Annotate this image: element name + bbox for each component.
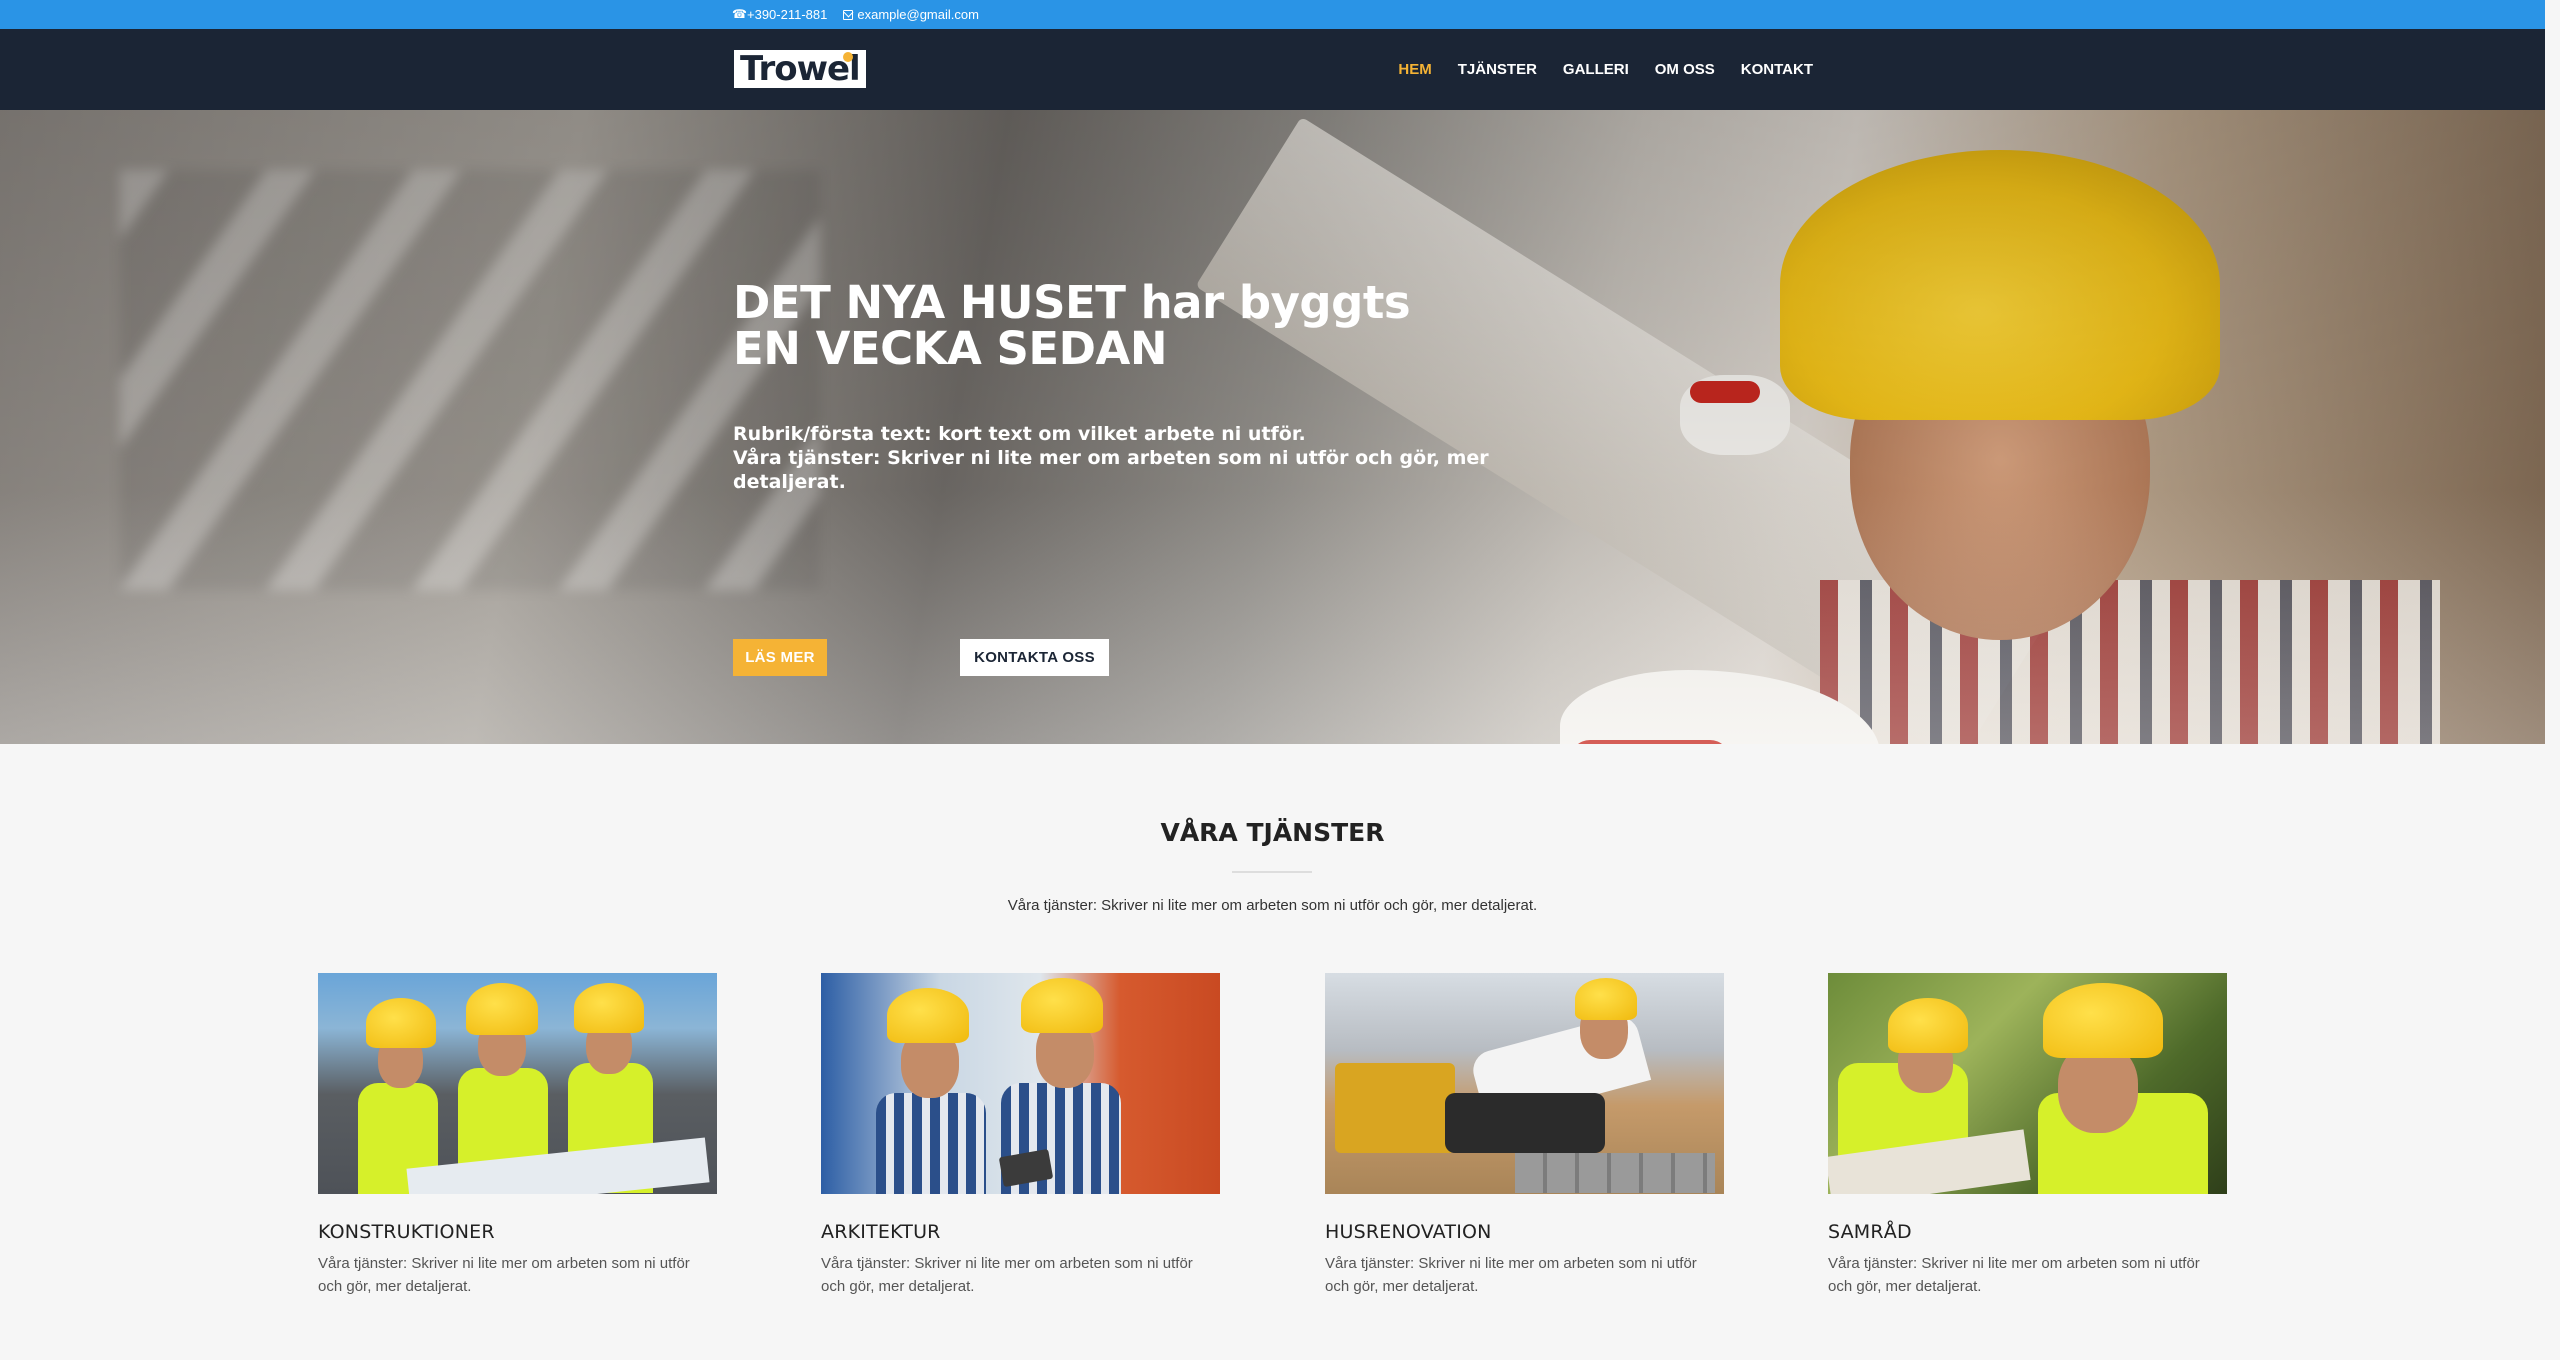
service-card-arkitektur[interactable]: ARKITEKTUR Våra tjänster: Skriver ni lit… — [821, 973, 1220, 1298]
nav-item-tjanster[interactable]: TJÄNSTER — [1458, 61, 1537, 78]
hero-title-line-2: EN VECKA SEDAN — [733, 322, 1168, 375]
trousers-shape — [1445, 1093, 1605, 1153]
main-navigation: Trowel HEM TJÄNSTER GALLERI OM OSS KONTA… — [0, 29, 2545, 110]
nav-item-om-oss[interactable]: OM OSS — [1655, 61, 1715, 78]
hard-hat-shape — [1575, 978, 1637, 1020]
hard-hat-shape — [1888, 998, 1968, 1053]
hard-hat-shape — [2043, 983, 2163, 1058]
services-description: Våra tjänster: Skriver ni lite mer om ar… — [1007, 897, 1538, 914]
hero-content: DET NYA HUSET har byggts EN VECKA SEDAN … — [733, 280, 1533, 676]
service-text: Våra tjänster: Skriver ni lite mer om ar… — [1325, 1255, 1697, 1295]
service-image-samrad — [1828, 973, 2227, 1194]
hard-hat-shape — [366, 998, 436, 1048]
service-card-konstruktioner[interactable]: KONSTRUKTIONER Våra tjänster: Skriver ni… — [318, 973, 717, 1298]
nav-menu: HEM TJÄNSTER GALLERI OM OSS KONTAKT — [1398, 29, 1813, 110]
service-image-arkitektur — [821, 973, 1220, 1194]
phone-contact[interactable]: +390-211-881 — [732, 7, 828, 23]
hero-title-line-1: DET NYA HUSET har byggts — [733, 276, 1411, 329]
logo-text: Trowel — [740, 49, 861, 89]
envelope-icon — [843, 9, 854, 20]
hard-hat-shape — [466, 983, 538, 1035]
email-contact[interactable]: example@gmail.com — [843, 7, 979, 22]
email-address: example@gmail.com — [857, 7, 979, 22]
phone-number: +390-211-881 — [747, 7, 828, 22]
service-card-samrad[interactable]: SAMRÅD Våra tjänster: Skriver ni lite me… — [1828, 973, 2227, 1298]
service-image-husrenovation — [1325, 973, 1724, 1194]
service-text: Våra tjänster: Skriver ni lite mer om ar… — [1828, 1255, 2200, 1295]
phone-icon — [732, 7, 747, 21]
plaid-shirt-shape — [876, 1093, 986, 1194]
hard-hat-shape — [887, 988, 969, 1043]
service-name: HUSRENOVATION — [1325, 1221, 1492, 1243]
nav-item-kontakt[interactable]: KONTAKT — [1741, 61, 1813, 78]
top-info-bar: +390-211-881 example@gmail.com — [0, 0, 2545, 29]
service-name: KONSTRUKTIONER — [318, 1221, 495, 1243]
hard-hat-shape — [574, 983, 644, 1033]
service-name: ARKITEKTUR — [821, 1221, 941, 1243]
nav-item-hem[interactable]: HEM — [1398, 61, 1431, 78]
hard-hat-shape — [1021, 978, 1103, 1033]
read-more-button[interactable]: LÄS MER — [733, 639, 827, 676]
hero-section: DET NYA HUSET har byggts EN VECKA SEDAN … — [0, 110, 2545, 744]
service-name: SAMRÅD — [1828, 1221, 1912, 1243]
hero-subtitle-line-1: Rubrik/första text: kort text om vilket … — [733, 423, 1306, 445]
hero-title: DET NYA HUSET har byggts EN VECKA SEDAN — [733, 280, 1533, 372]
service-text: Våra tjänster: Skriver ni lite mer om ar… — [318, 1255, 690, 1295]
hero-subtitle-line-2: Våra tjänster: Skriver ni lite mer om ar… — [733, 447, 1489, 493]
nav-item-galleri[interactable]: GALLERI — [1563, 61, 1629, 78]
blueprint-shape — [406, 1137, 710, 1194]
excavator-shape — [1335, 1063, 1455, 1153]
logo-dot — [842, 52, 853, 62]
service-text: Våra tjänster: Skriver ni lite mer om ar… — [821, 1255, 1193, 1295]
services-heading: VÅRA TJÄNSTER — [1160, 818, 1385, 847]
service-card-husrenovation[interactable]: HUSRENOVATION Våra tjänster: Skriver ni … — [1325, 973, 1724, 1298]
paving-shape — [1515, 1153, 1715, 1193]
section-divider — [1232, 871, 1312, 873]
service-image-konstruktioner — [318, 973, 717, 1194]
contact-info: +390-211-881 example@gmail.com — [732, 0, 979, 29]
site-logo[interactable]: Trowel — [734, 50, 866, 88]
hero-subtitle: Rubrik/första text: kort text om vilket … — [733, 422, 1533, 494]
contact-us-button[interactable]: KONTAKTA OSS — [960, 639, 1109, 676]
